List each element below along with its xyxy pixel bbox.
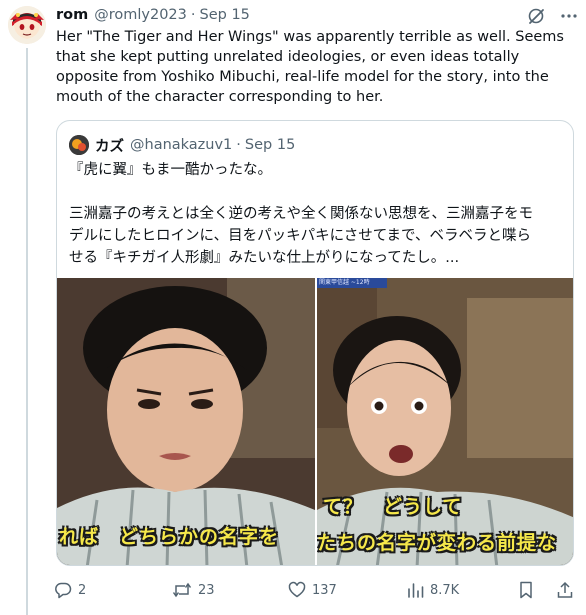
quoted-media[interactable]: れば どちらかの名字を 関東甲信越 ~12時 て？ どうして たちの名字が変わる… <box>57 278 573 565</box>
reply-count: 2 <box>78 582 87 598</box>
thread-line <box>26 48 28 615</box>
subtitle-right-bottom: たちの名字が変わる前提な <box>317 532 558 554</box>
reply-icon <box>55 582 72 599</box>
quoted-author-handle[interactable]: @hanakazuv1 <box>130 137 232 153</box>
heart-icon <box>288 581 306 598</box>
quoted-text-line: 『虎に翼』もま一酷かったな。 <box>69 162 272 178</box>
quoted-text-line: デルにしたヒロインに、目をパッキパキにさせてまで、ベラベラと喋ら <box>69 228 531 244</box>
views-icon <box>408 583 424 598</box>
subtitle-left: れば どちらかの名字を <box>59 526 280 548</box>
quoted-author-name[interactable]: カズ <box>95 135 124 156</box>
author-handle[interactable]: @romly2023 <box>94 7 187 23</box>
quoted-tweet[interactable]: カズ @hanakazuv1 · Sep 15 『虎に翼』もま一酷かったな。 三… <box>56 120 574 566</box>
reply-button[interactable]: 2 <box>54 580 86 600</box>
repost-icon <box>172 582 192 598</box>
quoted-avatar <box>69 135 89 155</box>
like-button[interactable]: 137 <box>288 580 337 600</box>
grok-icon[interactable] <box>527 7 545 25</box>
media-image-left[interactable]: れば どちらかの名字を <box>57 278 315 565</box>
quoted-separator-dot: · <box>236 137 241 153</box>
media-image-right[interactable]: 関東甲信越 ~12時 て？ どうして たちの名字が変わる前提な <box>317 278 573 565</box>
share-button[interactable] <box>556 580 580 600</box>
avatar[interactable] <box>8 6 46 44</box>
views-button[interactable]: 8.7K <box>406 580 459 600</box>
woman-surprised-image <box>317 278 573 565</box>
bookmark-button[interactable] <box>518 580 540 600</box>
quoted-text-line: せる『キチガイ人形劇』みたいな仕上がりになってたし。... <box>69 250 460 266</box>
repost-button[interactable]: 23 <box>172 580 215 600</box>
quoted-text-blank-line <box>69 181 563 203</box>
separator-dot: · <box>190 7 196 23</box>
quoted-text: 『虎に翼』もま一酷かったな。 三淵嘉子の考えとは全く逆の考えや全く関係ない思想を… <box>69 159 563 269</box>
channel-badge: 関東甲信越 ~12時 <box>317 278 387 288</box>
tweet-date[interactable]: Sep 15 <box>200 7 250 23</box>
tweet-header: rom @romly2023 · Sep 15 <box>56 5 250 25</box>
bookmark-icon <box>520 581 532 599</box>
like-count: 137 <box>312 582 337 598</box>
action-bar: 2 23 137 8.7K <box>54 580 576 600</box>
views-count: 8.7K <box>430 582 460 598</box>
quoted-date[interactable]: Sep 15 <box>245 137 295 153</box>
quoted-text-line: 三淵嘉子の考えとは全く逆の考えや全く関係ない思想を、三淵嘉子をモ <box>69 206 533 222</box>
author-name[interactable]: rom <box>56 7 88 23</box>
tweet[interactable]: rom @romly2023 · Sep 15 Her "The Tiger a… <box>0 0 586 615</box>
tweet-text: Her "The Tiger and Her Wings" was appare… <box>56 29 564 105</box>
yukkuri-avatar-icon <box>8 6 46 44</box>
repost-count: 23 <box>198 582 215 598</box>
more-icon[interactable] <box>560 7 578 25</box>
subtitle-right-top: て？ どうして <box>323 496 463 518</box>
quoted-header: カズ @hanakazuv1 · Sep 15 <box>69 134 295 156</box>
share-icon <box>557 581 573 598</box>
